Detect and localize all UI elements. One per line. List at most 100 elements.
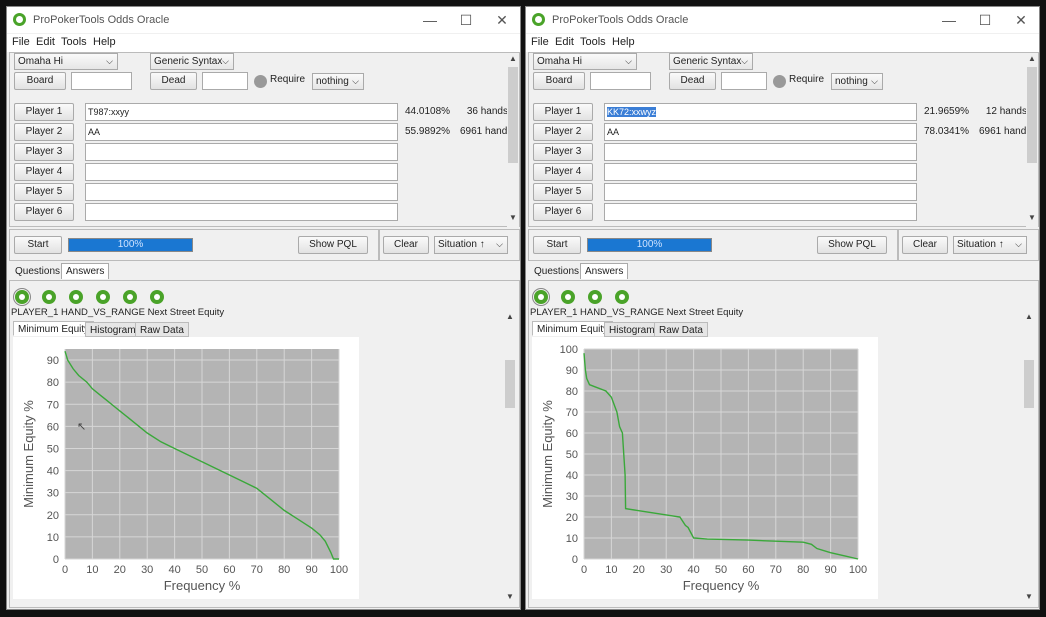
player-6-button[interactable]: Player 6 xyxy=(533,203,593,221)
close-icon[interactable]: ✕ xyxy=(488,10,516,30)
tab-questions[interactable]: Questions xyxy=(11,264,64,280)
scroll-up-icon[interactable]: ▲ xyxy=(507,54,519,63)
require-select[interactable]: nothing ⌵ xyxy=(312,73,364,90)
input-scrollbar[interactable]: ▲ ▼ xyxy=(1026,53,1038,227)
player-6-button[interactable]: Player 6 xyxy=(14,203,74,221)
result-1-icon[interactable] xyxy=(13,288,31,306)
scrollbar-thumb[interactable] xyxy=(508,67,518,163)
scrollbar-thumb[interactable] xyxy=(1024,360,1034,408)
result-1-icon[interactable] xyxy=(532,288,550,306)
show-pql-button[interactable]: Show PQL xyxy=(817,236,887,254)
board-field[interactable] xyxy=(590,72,651,90)
player-4-button[interactable]: Player 4 xyxy=(14,163,74,181)
result-2-icon[interactable] xyxy=(42,290,56,304)
player-1-button[interactable]: Player 1 xyxy=(533,103,593,121)
require-radio[interactable] xyxy=(773,75,786,88)
answers-scrollbar[interactable]: ▲ ▼ xyxy=(1023,310,1035,606)
result-3-icon[interactable] xyxy=(69,290,83,304)
answers-scrollbar[interactable]: ▲ ▼ xyxy=(504,310,516,606)
scrollbar-thumb[interactable] xyxy=(505,360,515,408)
menu-file[interactable]: File xyxy=(12,36,30,48)
player-2-button[interactable]: Player 2 xyxy=(14,123,74,141)
player-5-button[interactable]: Player 5 xyxy=(14,183,74,201)
board-button[interactable]: Board xyxy=(14,72,66,90)
result-6-icon[interactable] xyxy=(150,290,164,304)
subtab-minimum-equity[interactable]: Minimum Equity xyxy=(532,321,614,336)
dead-button[interactable]: Dead xyxy=(669,72,716,90)
subtab-raw-data[interactable]: Raw Data xyxy=(654,322,708,337)
close-icon[interactable]: ✕ xyxy=(1007,10,1035,30)
game-select[interactable]: Omaha Hi ⌵ xyxy=(14,53,118,70)
menu-help[interactable]: Help xyxy=(612,36,635,48)
result-2-icon[interactable] xyxy=(561,290,575,304)
result-4-icon[interactable] xyxy=(96,290,110,304)
tab-answers[interactable]: Answers xyxy=(580,263,629,279)
board-button[interactable]: Board xyxy=(533,72,585,90)
player-5-hand-field[interactable] xyxy=(604,183,917,201)
player-5-hand-field[interactable] xyxy=(85,183,398,201)
player-3-hand-field[interactable] xyxy=(604,143,917,161)
minimize-icon[interactable]: — xyxy=(935,10,963,30)
scroll-down-icon[interactable]: ▼ xyxy=(1023,592,1035,601)
player-1-hand-field[interactable]: KK72:xxwyz xyxy=(604,103,917,121)
player-1-hand-field[interactable]: T987:xxyy xyxy=(85,103,398,121)
syntax-select[interactable]: Generic Syntax ⌵ xyxy=(150,53,234,70)
player-4-button[interactable]: Player 4 xyxy=(533,163,593,181)
player-2-button[interactable]: Player 2 xyxy=(533,123,593,141)
start-button[interactable]: Start xyxy=(14,236,62,254)
situation-select[interactable]: Situation ↑ ⌵ xyxy=(953,236,1027,254)
situation-select[interactable]: Situation ↑ ⌵ xyxy=(434,236,508,254)
menu-edit[interactable]: Edit xyxy=(36,36,55,48)
start-button[interactable]: Start xyxy=(533,236,581,254)
player-3-button[interactable]: Player 3 xyxy=(533,143,593,161)
scrollbar-thumb[interactable] xyxy=(1027,67,1037,163)
subtab-minimum-equity[interactable]: Minimum Equity xyxy=(13,321,95,336)
scroll-up-icon[interactable]: ▲ xyxy=(1026,54,1038,63)
run-panel: Start 100% Show PQL xyxy=(528,229,898,261)
scroll-up-icon[interactable]: ▲ xyxy=(1023,312,1035,321)
syntax-select[interactable]: Generic Syntax ⌵ xyxy=(669,53,753,70)
game-select[interactable]: Omaha Hi ⌵ xyxy=(533,53,637,70)
scroll-down-icon[interactable]: ▼ xyxy=(1026,213,1038,222)
require-select[interactable]: nothing ⌵ xyxy=(831,73,883,90)
subtab-histogram[interactable]: Histogram xyxy=(85,322,141,337)
subtab-histogram[interactable]: Histogram xyxy=(604,322,660,337)
input-scrollbar[interactable]: ▲ ▼ xyxy=(507,53,519,227)
player-5-button[interactable]: Player 5 xyxy=(533,183,593,201)
scroll-down-icon[interactable]: ▼ xyxy=(504,592,516,601)
result-3-icon[interactable] xyxy=(588,290,602,304)
tab-answers[interactable]: Answers xyxy=(61,263,110,279)
clear-button[interactable]: Clear xyxy=(902,236,948,254)
tab-questions[interactable]: Questions xyxy=(530,264,583,280)
clear-button[interactable]: Clear xyxy=(383,236,429,254)
minimize-icon[interactable]: — xyxy=(416,10,444,30)
menu-help[interactable]: Help xyxy=(93,36,116,48)
scroll-down-icon[interactable]: ▼ xyxy=(507,213,519,222)
menu-tools[interactable]: Tools xyxy=(61,36,87,48)
scroll-up-icon[interactable]: ▲ xyxy=(504,312,516,321)
player-2-hand-field[interactable]: AA xyxy=(85,123,398,141)
player-4-hand-field[interactable] xyxy=(85,163,398,181)
player-3-button[interactable]: Player 3 xyxy=(14,143,74,161)
player-2-hand-field[interactable]: AA xyxy=(604,123,917,141)
dead-button[interactable]: Dead xyxy=(150,72,197,90)
y-tick-label: 70 xyxy=(47,399,59,411)
require-radio[interactable] xyxy=(254,75,267,88)
player-4-hand-field[interactable] xyxy=(604,163,917,181)
maximize-icon[interactable]: ☐ xyxy=(452,10,480,30)
player-1-button[interactable]: Player 1 xyxy=(14,103,74,121)
result-4-icon[interactable] xyxy=(615,290,629,304)
board-field[interactable] xyxy=(71,72,132,90)
player-6-hand-field[interactable] xyxy=(604,203,917,221)
menu-file[interactable]: File xyxy=(531,36,549,48)
subtab-raw-data[interactable]: Raw Data xyxy=(135,322,189,337)
maximize-icon[interactable]: ☐ xyxy=(971,10,999,30)
dead-field[interactable] xyxy=(721,72,767,90)
show-pql-button[interactable]: Show PQL xyxy=(298,236,368,254)
menu-edit[interactable]: Edit xyxy=(555,36,574,48)
player-3-hand-field[interactable] xyxy=(85,143,398,161)
menu-tools[interactable]: Tools xyxy=(580,36,606,48)
dead-field[interactable] xyxy=(202,72,248,90)
result-5-icon[interactable] xyxy=(123,290,137,304)
player-6-hand-field[interactable] xyxy=(85,203,398,221)
